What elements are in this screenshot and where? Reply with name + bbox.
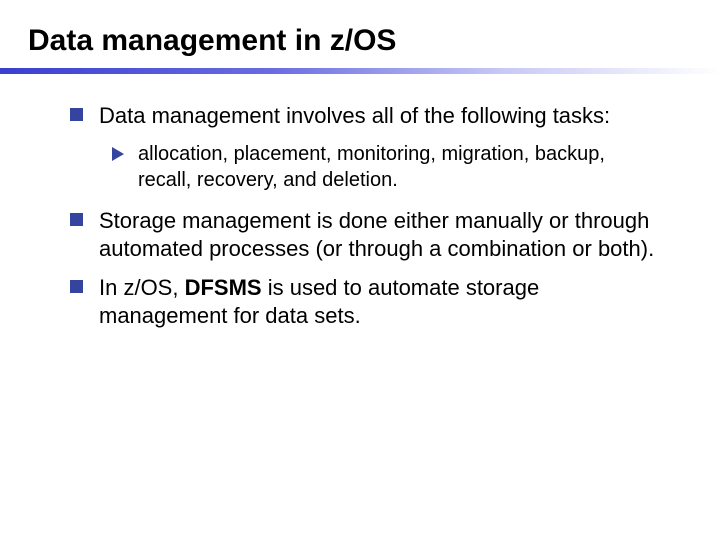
bullet-text: Data management involves all of the foll… [99, 102, 610, 131]
bullet-text: allocation, placement, monitoring, migra… [138, 141, 660, 193]
title-area: Data management in z/OS [0, 0, 720, 58]
bullet-level1: In z/OS, DFSMS is used to automate stora… [70, 274, 660, 331]
slide-title: Data management in z/OS [28, 24, 720, 58]
bullet-text: In z/OS, DFSMS is used to automate stora… [99, 274, 660, 331]
bullet-level2: allocation, placement, monitoring, migra… [112, 141, 660, 193]
square-bullet-icon [70, 108, 83, 121]
bullet-text: Storage management is done either manual… [99, 207, 660, 264]
bullet-level1: Storage management is done either manual… [70, 207, 660, 264]
bullet-level1: Data management involves all of the foll… [70, 102, 660, 131]
text-bold: DFSMS [185, 275, 262, 300]
text-pre: In z/OS, [99, 275, 185, 300]
triangle-bullet-icon [112, 147, 124, 161]
square-bullet-icon [70, 213, 83, 226]
square-bullet-icon [70, 280, 83, 293]
content-area: Data management involves all of the foll… [0, 74, 720, 331]
slide: Data management in z/OS Data management … [0, 0, 720, 540]
